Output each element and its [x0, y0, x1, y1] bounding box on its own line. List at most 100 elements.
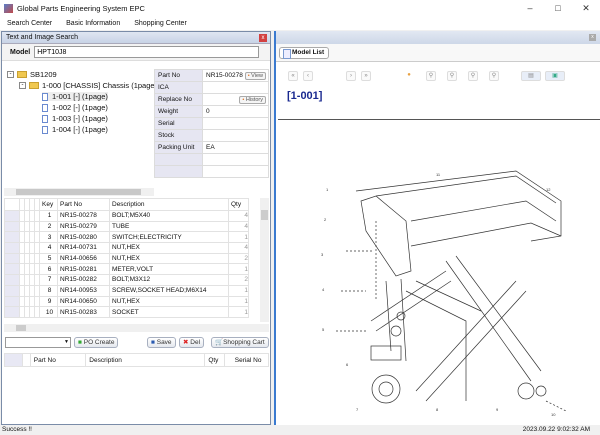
tree-node-page[interactable]: 1-003 [-] (1page)	[42, 114, 108, 123]
table-row[interactable]: 1 NR15-00278 BOLT;M5X40 4	[4, 210, 249, 222]
zoom-out-icon[interactable]: ⚲	[468, 71, 478, 81]
cell-qty: 1	[228, 231, 249, 244]
prev-page-icon[interactable]: ‹	[303, 71, 313, 81]
menu-search-center[interactable]: Search Center	[0, 17, 59, 30]
cell-key: 7	[39, 274, 58, 286]
row-header[interactable]	[4, 274, 20, 286]
cell-description: SCREW,SOCKET HEAD;M6X14	[109, 284, 229, 297]
cell-part-no: NR15-00282	[57, 274, 110, 286]
table-row[interactable]: 9 NR14-00650 NUT,HEX 1	[4, 295, 249, 308]
row-header[interactable]	[4, 306, 20, 318]
cell-key: 5	[39, 252, 58, 265]
model-input[interactable]	[34, 46, 260, 58]
table-row[interactable]: 6 NR15-00281 METER,VOLT 1	[4, 263, 249, 276]
tree-node-page[interactable]: 1-004 [-] (1page)	[42, 125, 108, 134]
col-part-no[interactable]: Part No	[57, 198, 110, 211]
last-page-icon[interactable]: »	[361, 71, 371, 81]
row-header[interactable]	[4, 210, 20, 222]
svg-text:3: 3	[321, 252, 324, 257]
text-view-icon[interactable]: ▤	[521, 71, 541, 81]
zoom-in-icon[interactable]: ⚲	[447, 71, 457, 81]
grid-horizontal-scrollbar[interactable]	[4, 324, 269, 332]
svg-text:7: 7	[356, 407, 359, 412]
hand-pan-icon[interactable]: ●	[404, 71, 414, 81]
menu-basic-information[interactable]: Basic Information	[59, 17, 127, 30]
table-row[interactable]: 4 NR14-00731 NUT,HEX 4	[4, 242, 249, 254]
svg-text:5: 5	[322, 327, 325, 332]
view-button[interactable]: View	[244, 71, 266, 80]
cell-part-no: NR14-00953	[57, 284, 110, 297]
page-icon	[42, 114, 48, 123]
chevron-down-icon: ▼	[64, 339, 69, 345]
parts-grid: Key Part No Description Qty 1 NR15-00278 B…	[4, 198, 269, 322]
maximize-button[interactable]: □	[544, 0, 572, 17]
tree-node-page[interactable]: 1-002 [-] (1page)	[42, 103, 108, 112]
menu-shopping-center[interactable]: Shopping Center	[127, 17, 194, 30]
cell-description: BOLT;M3X12	[109, 274, 229, 286]
row-header[interactable]	[4, 284, 20, 297]
zoom-icon[interactable]: ⚲	[426, 71, 436, 81]
col-serial-no[interactable]: Serial No	[224, 353, 269, 367]
table-row[interactable]: 10 NR15-00283 SOCKET 1	[4, 306, 249, 318]
col-key[interactable]: Key	[39, 198, 58, 211]
close-button[interactable]: ✕	[572, 0, 600, 17]
history-button[interactable]: History	[239, 95, 266, 104]
cart-grid: Part No Description Qty Serial No	[4, 353, 269, 367]
model-list-tab[interactable]: Model List	[279, 47, 330, 59]
first-page-icon[interactable]: «	[288, 71, 298, 81]
menu-bar: Search Center Basic Information Shopping…	[0, 17, 600, 30]
property-value: History	[202, 93, 269, 106]
delete-button[interactable]: ✖ Del	[179, 337, 205, 348]
po-create-button[interactable]: ■ PO Create	[74, 337, 119, 348]
grid-vertical-scrollbar[interactable]	[260, 198, 269, 322]
po-select[interactable]: ▼	[5, 337, 71, 348]
close-viewer-button[interactable]: x	[589, 34, 596, 41]
cell-key: 3	[39, 231, 58, 244]
row-header[interactable]	[4, 242, 20, 254]
col-description[interactable]: Description	[109, 198, 229, 211]
tree-horizontal-scrollbar[interactable]	[4, 188, 154, 196]
tree-node-group[interactable]: -1-000 [CHASSIS] Chassis (1page	[19, 81, 155, 90]
property-row: Packing Unit EA	[154, 141, 269, 154]
cell-description: SWITCH;ELECTRICITY	[109, 231, 229, 244]
cell-key: 1	[39, 210, 58, 222]
row-header[interactable]	[4, 220, 20, 233]
save-button[interactable]: ■ Save	[147, 337, 176, 348]
collapse-icon[interactable]: -	[7, 71, 14, 78]
image-view-icon[interactable]: ▣	[545, 71, 565, 81]
cell-qty: 1	[228, 295, 249, 308]
row-header[interactable]	[4, 263, 20, 276]
property-value: NR15-00278View	[202, 69, 269, 82]
row-header[interactable]	[4, 295, 20, 308]
table-row[interactable]: 5 NR14-00656 NUT,HEX 2	[4, 252, 249, 265]
exploded-parts-diagram[interactable]: 1234567 8 9101112	[316, 161, 576, 421]
cell-qty: 4	[228, 242, 249, 254]
tree-node-page[interactable]: 1-001 [-] (1page)	[42, 92, 108, 101]
property-value: EA	[202, 141, 269, 154]
col-qty[interactable]: Qty	[204, 353, 226, 367]
cell-qty: 1	[228, 306, 249, 318]
cell-qty: 4	[228, 210, 249, 222]
property-row: Part NoNR15-00278View	[154, 69, 269, 82]
table-row[interactable]: 7 NR15-00282 BOLT;M3X12 2	[4, 274, 249, 286]
col-part-no[interactable]: Part No	[29, 353, 87, 367]
minimize-button[interactable]: –	[516, 0, 544, 17]
zoom-fit-icon[interactable]: ⚲	[489, 71, 499, 81]
row-header[interactable]	[4, 252, 20, 265]
search-panel: Text and Image Searchx Model -SB1209 -1-…	[1, 31, 271, 425]
col-qty[interactable]: Qty	[228, 198, 249, 211]
table-row[interactable]: 8 NR14-00953 SCREW,SOCKET HEAD;M6X14 1	[4, 284, 249, 297]
status-bar: Success !! 2023.09.22 9:02:32 AM	[0, 425, 600, 435]
shopping-cart-button[interactable]: 🛒Shopping Cart	[211, 337, 269, 348]
cell-key: 6	[39, 263, 58, 276]
tree-node-root[interactable]: - SB1209	[7, 70, 57, 79]
row-header[interactable]	[4, 231, 20, 244]
col-description[interactable]: Description	[85, 353, 206, 367]
next-page-icon[interactable]: ›	[346, 71, 356, 81]
collapse-icon[interactable]: -	[19, 82, 26, 89]
close-panel-button[interactable]: x	[259, 34, 267, 42]
folder-icon	[29, 82, 39, 89]
table-row[interactable]: 2 NR15-00279 TUBE 4	[4, 220, 249, 233]
table-row[interactable]: 3 NR15-00280 SWITCH;ELECTRICITY 1	[4, 231, 249, 244]
cell-part-no: NR14-00656	[57, 252, 110, 265]
